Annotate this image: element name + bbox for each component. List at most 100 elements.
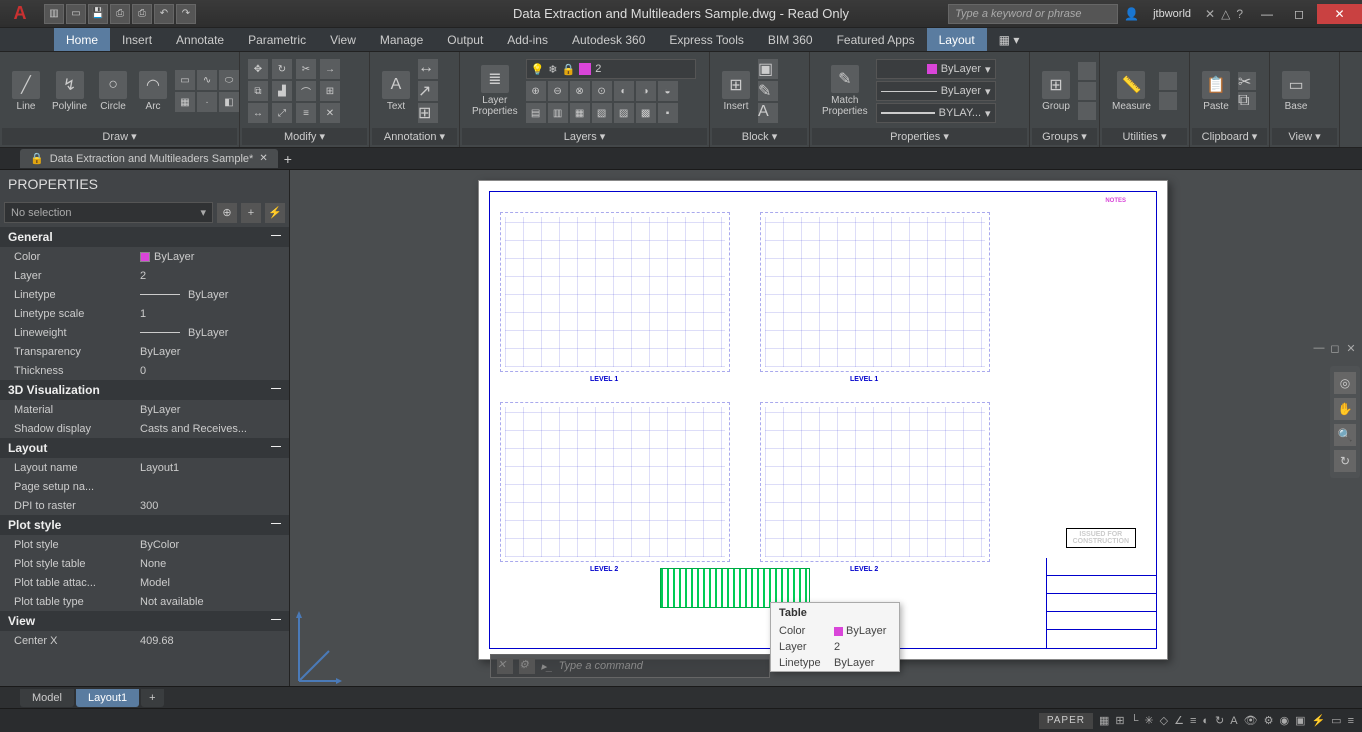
qat-new-icon[interactable]: ▥ <box>44 4 64 24</box>
qat-undo-icon[interactable]: ↶ <box>154 4 174 24</box>
add-document-tab[interactable]: + <box>284 151 292 167</box>
group-tool-icon[interactable] <box>1078 62 1096 80</box>
property-row[interactable]: Linetype scale1 <box>0 304 289 323</box>
utility-tool-icon[interactable] <box>1159 92 1177 110</box>
status-clean-icon[interactable]: ▭ <box>1331 714 1341 727</box>
group-tool-icon[interactable] <box>1078 102 1096 120</box>
cmd-customize-icon[interactable]: ⚙ <box>519 658 535 674</box>
panel-title-block[interactable]: Block ▾ <box>712 128 807 145</box>
panel-title-modify[interactable]: Modify ▾ <box>242 128 367 145</box>
tool-extend-icon[interactable]: → <box>320 59 340 79</box>
vp-maximize-icon[interactable]: ◻ <box>1328 342 1342 355</box>
tool-offset-icon[interactable]: ≡ <box>296 103 316 123</box>
app-logo[interactable]: A <box>0 0 40 28</box>
signin-icon[interactable]: 👤 <box>1124 7 1139 21</box>
layer-tool-icon[interactable]: ⊙ <box>592 81 612 101</box>
status-transparency-icon[interactable]: ◐ <box>1202 715 1209 727</box>
tab-addins[interactable]: Add-ins <box>495 28 560 51</box>
tool-point-icon[interactable]: · <box>197 92 217 112</box>
autodesk360-icon[interactable]: △ <box>1221 7 1230 21</box>
status-annovis-icon[interactable]: 👁 <box>1244 714 1258 727</box>
tool-mirror-icon[interactable]: ▟ <box>272 81 292 101</box>
close-tab-icon[interactable]: ✕ <box>259 153 267 164</box>
tool-group[interactable]: ⊞Group <box>1038 69 1074 114</box>
layer-tool-icon[interactable]: ▪ <box>658 103 678 123</box>
tool-dimension-icon[interactable]: ↔ <box>418 59 438 79</box>
tab-parametric[interactable]: Parametric <box>236 28 318 51</box>
qat-open-icon[interactable]: ▭ <box>66 4 86 24</box>
panel-title-properties[interactable]: Properties ▾ <box>812 128 1027 145</box>
tool-insert-block[interactable]: ⊞Insert <box>718 69 754 114</box>
status-polar-icon[interactable]: ✳ <box>1144 714 1153 727</box>
tool-attribute-icon[interactable]: A <box>758 103 778 123</box>
nav-wheel-icon[interactable]: ◎ <box>1334 372 1356 394</box>
property-row[interactable]: Plot styleByColor <box>0 535 289 554</box>
qat-redo-icon[interactable]: ↷ <box>176 4 196 24</box>
tool-text[interactable]: AText <box>378 69 414 114</box>
layer-tool-icon[interactable]: ▩ <box>636 103 656 123</box>
status-osnap-icon[interactable]: ◇ <box>1160 714 1168 727</box>
layer-tool-icon[interactable]: ▥ <box>548 103 568 123</box>
layer-tool-icon[interactable]: ◐ <box>614 81 634 101</box>
tool-arc[interactable]: ◠Arc <box>135 69 171 114</box>
tool-match-properties[interactable]: ✎Match Properties <box>818 63 872 119</box>
tool-polyline[interactable]: ↯Polyline <box>48 69 91 114</box>
status-annoscale-icon[interactable]: A <box>1230 715 1237 727</box>
property-row[interactable]: LineweightByLayer <box>0 323 289 342</box>
tool-layer-properties[interactable]: ≣Layer Properties <box>468 63 522 119</box>
property-row[interactable]: ColorByLayer <box>0 247 289 266</box>
tool-edit-block-icon[interactable]: ✎ <box>758 81 778 101</box>
panel-title-utilities[interactable]: Utilities ▾ <box>1102 128 1187 145</box>
nav-pan-icon[interactable]: ✋ <box>1334 398 1356 420</box>
tab-bim360[interactable]: BIM 360 <box>756 28 825 51</box>
tool-scale-icon[interactable]: ⤢ <box>272 103 292 123</box>
property-row[interactable]: MaterialByLayer <box>0 400 289 419</box>
status-snap-icon[interactable]: ⊞ <box>1115 714 1124 727</box>
color-dropdown[interactable]: ByLayer▾ <box>876 59 996 79</box>
tool-ellipse-icon[interactable]: ⬭ <box>219 70 239 90</box>
property-row[interactable]: Layer2 <box>0 266 289 285</box>
property-row[interactable]: Thickness0 <box>0 361 289 380</box>
status-cycling-icon[interactable]: ↻ <box>1215 714 1224 727</box>
search-input[interactable]: Type a keyword or phrase <box>948 4 1118 24</box>
selection-dropdown[interactable]: No selection▾ <box>4 202 213 223</box>
layout-tab-model[interactable]: Model <box>20 689 74 707</box>
status-ortho-icon[interactable]: └ <box>1131 715 1139 727</box>
vp-minimize-icon[interactable]: — <box>1312 342 1326 355</box>
layer-tool-icon[interactable]: ▤ <box>526 103 546 123</box>
panel-title-annotation[interactable]: Annotation ▾ <box>372 128 457 145</box>
property-row[interactable]: Plot style tableNone <box>0 554 289 573</box>
linetype-dropdown[interactable]: ByLayer▾ <box>876 81 996 101</box>
tool-copy-icon[interactable]: ⧉ <box>248 81 268 101</box>
utility-tool-icon[interactable] <box>1159 72 1177 90</box>
toggle-pickadd-icon[interactable]: ⊕ <box>217 203 237 223</box>
property-row[interactable]: Plot table attac...Model <box>0 573 289 592</box>
tab-annotate[interactable]: Annotate <box>164 28 236 51</box>
tool-paste[interactable]: 📋Paste <box>1198 69 1234 114</box>
property-row[interactable]: Plot table typeNot available <box>0 592 289 611</box>
group-tool-icon[interactable] <box>1078 82 1096 100</box>
nav-zoom-icon[interactable]: 🔍 <box>1334 424 1356 446</box>
help-icon[interactable]: ? <box>1236 7 1243 21</box>
tool-erase-icon[interactable]: ✕ <box>320 103 340 123</box>
property-row[interactable]: Shadow displayCasts and Receives... <box>0 419 289 438</box>
tab-layout[interactable]: Layout <box>927 28 987 51</box>
tool-fillet-icon[interactable]: ⌒ <box>296 81 316 101</box>
layout-tab-layout1[interactable]: Layout1 <box>76 689 139 707</box>
property-row[interactable]: DPI to raster300 <box>0 496 289 515</box>
tool-create-block-icon[interactable]: ▣ <box>758 59 778 79</box>
layer-tool-icon[interactable]: ▧ <box>592 103 612 123</box>
tool-table-icon[interactable]: ⊞ <box>418 103 438 123</box>
minimize-button[interactable]: — <box>1253 4 1281 24</box>
document-tab[interactable]: 🔒 Data Extraction and Multileaders Sampl… <box>20 149 278 168</box>
panel-title-clipboard[interactable]: Clipboard ▾ <box>1192 128 1267 145</box>
current-layer-dropdown[interactable]: 💡 ❄ 🔒 2 <box>526 59 696 79</box>
layer-tool-icon[interactable]: ◑ <box>636 81 656 101</box>
property-category[interactable]: View— <box>0 611 289 631</box>
tab-home[interactable]: Home <box>54 28 110 51</box>
status-isolate-icon[interactable]: ▣ <box>1295 714 1305 727</box>
command-line[interactable]: ✕ ⚙ ▸_ Type a command <box>490 654 770 678</box>
status-otrack-icon[interactable]: ∠ <box>1174 714 1184 727</box>
status-lineweight-icon[interactable]: ≡ <box>1190 715 1196 727</box>
qat-plot-icon[interactable]: ⎙ <box>132 4 152 24</box>
